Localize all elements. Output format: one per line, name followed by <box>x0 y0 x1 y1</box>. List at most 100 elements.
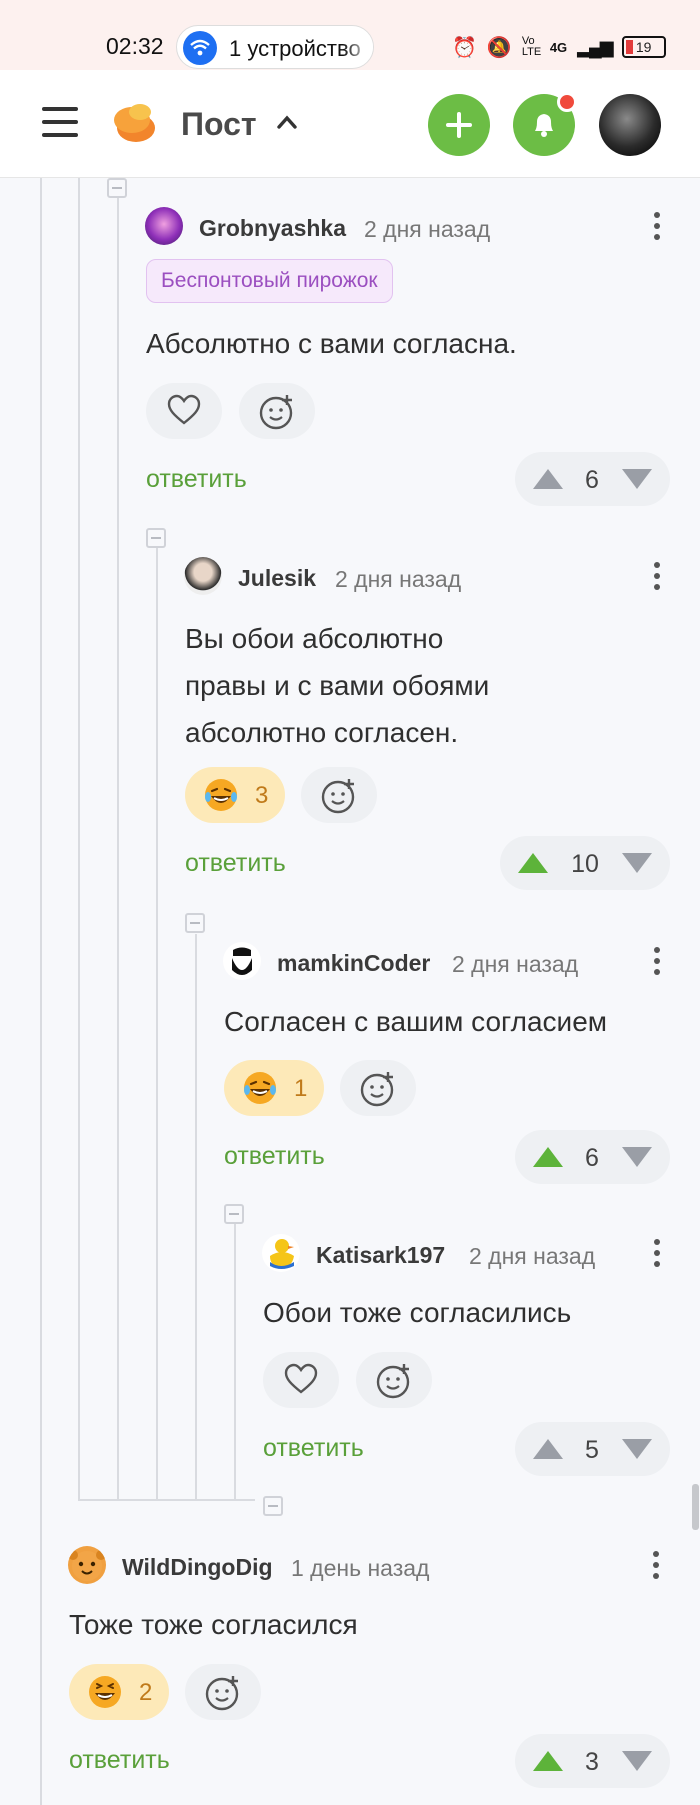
collapse-thread-button[interactable] <box>146 528 166 548</box>
comment-header: Grobnyashka 2 дня назад <box>145 207 675 247</box>
upvote-icon[interactable] <box>531 1144 565 1170</box>
add-emoji-icon <box>321 779 355 814</box>
collapse-thread-button[interactable] <box>107 178 127 198</box>
comment-author[interactable]: Grobnyashka <box>199 215 346 242</box>
comment-text: Согласен с вашим согласием <box>224 1006 608 1037</box>
menu-icon[interactable] <box>42 107 78 139</box>
comment-time: 2 дня назад <box>335 566 462 592</box>
add-post-button[interactable] <box>428 94 490 156</box>
comment-time: 2 дня назад <box>452 951 579 977</box>
reply-link[interactable]: ответить <box>224 1142 325 1171</box>
add-reaction-button[interactable] <box>340 1060 416 1116</box>
thread-line <box>156 548 158 1500</box>
vote-box: 6 <box>515 1130 670 1184</box>
thread-line <box>195 934 197 1500</box>
laughing-emoji-icon <box>244 1072 276 1104</box>
thread-line <box>78 178 80 1500</box>
vote-count: 3 <box>585 1748 599 1776</box>
comment: mamkinCoder 2 дня назад Согласен с вашим… <box>223 942 675 1190</box>
vote-box: 5 <box>515 1422 670 1476</box>
grinning-emoji-icon <box>89 1676 121 1708</box>
comment-author[interactable]: Katisark197 <box>316 1242 445 1269</box>
avatar[interactable] <box>262 1234 300 1272</box>
user-avatar[interactable] <box>599 94 661 156</box>
plus-icon <box>446 112 472 138</box>
avatar[interactable] <box>145 207 183 245</box>
connected-devices-pill[interactable]: 1 устройство <box>176 25 374 69</box>
comment-time: 1 день назад <box>291 1555 430 1581</box>
downvote-icon[interactable] <box>620 1436 654 1462</box>
bearded-avatar-icon <box>232 947 252 975</box>
vote-count: 5 <box>585 1436 599 1464</box>
upvote-icon[interactable] <box>531 466 565 492</box>
downvote-icon[interactable] <box>620 1144 654 1170</box>
reply-link[interactable]: ответить <box>146 465 247 494</box>
page-title[interactable]: Пост <box>181 106 257 143</box>
like-button[interactable] <box>263 1352 339 1408</box>
reaction-button[interactable]: 1 <box>224 1060 324 1116</box>
add-emoji-icon <box>376 1364 410 1399</box>
comment-text: Вы обои абсолютно правы и с вами обоями … <box>185 615 665 756</box>
thread-line <box>117 192 119 1500</box>
comment-text: Обои тоже согласились <box>263 1297 572 1328</box>
collapse-thread-button[interactable] <box>224 1204 244 1224</box>
wifi-icon <box>183 31 217 65</box>
upvote-icon[interactable] <box>531 1436 565 1462</box>
comment-author[interactable]: WildDingoDig <box>122 1554 273 1581</box>
reply-link[interactable]: ответить <box>185 849 286 878</box>
add-reaction-button[interactable] <box>301 767 377 823</box>
chevron-up-icon[interactable] <box>276 114 298 130</box>
heart-icon <box>284 1363 318 1394</box>
more-options-icon[interactable] <box>647 209 667 243</box>
comment-time: 2 дня назад <box>469 1243 596 1269</box>
reaction-button[interactable]: 2 <box>69 1664 169 1720</box>
mute-icon: 🔕 <box>486 36 512 59</box>
connected-devices-label: 1 устройство <box>229 36 361 61</box>
collapse-thread-button[interactable] <box>263 1496 283 1516</box>
comment-header: WildDingoDig 1 день назад <box>68 1546 675 1586</box>
avatar[interactable] <box>223 942 261 980</box>
add-emoji-icon <box>259 395 293 430</box>
avatar[interactable] <box>184 557 222 595</box>
upvote-icon[interactable] <box>516 850 550 876</box>
more-options-icon[interactable] <box>647 944 667 978</box>
comment: Grobnyashka 2 дня назад Беспонтовый пиро… <box>145 207 675 517</box>
reply-link[interactable]: ответить <box>263 1434 364 1463</box>
downvote-icon[interactable] <box>620 1748 654 1774</box>
reaction-count: 2 <box>139 1679 153 1706</box>
volte-icon: Vo LTE <box>521 35 542 58</box>
add-reaction-button[interactable] <box>185 1664 261 1720</box>
upvote-icon[interactable] <box>531 1748 565 1774</box>
signal-bars-icon: ▂▄▆ <box>577 36 613 57</box>
comment-header: Katisark197 2 дня назад <box>262 1234 675 1274</box>
downvote-icon[interactable] <box>620 466 654 492</box>
notifications-button[interactable] <box>513 92 577 156</box>
like-button[interactable] <box>146 383 222 439</box>
more-options-icon[interactable] <box>647 1236 667 1270</box>
comment-header: Julesik 2 дня назад <box>184 557 675 597</box>
comment-time: 2 дня назад <box>364 216 491 242</box>
avatar[interactable] <box>68 1546 106 1584</box>
comment-text-line: Вы обои абсолютно <box>185 623 444 654</box>
comment-text: Тоже тоже согласился <box>69 1609 358 1640</box>
more-options-icon[interactable] <box>646 1548 666 1582</box>
comment-author[interactable]: mamkinCoder <box>277 950 430 977</box>
comment: Katisark197 2 дня назад Обои тоже соглас… <box>262 1234 675 1486</box>
vote-count: 6 <box>585 466 599 494</box>
comment-author[interactable]: Julesik <box>238 565 316 592</box>
reply-link[interactable]: ответить <box>69 1746 170 1775</box>
user-badge: Беспонтовый пирожок <box>146 259 393 303</box>
scrollbar-thumb[interactable] <box>692 1484 699 1530</box>
thread-line <box>234 1222 236 1500</box>
signal-icon: 4G <box>549 39 568 55</box>
duck-avatar-icon <box>270 1239 294 1269</box>
add-emoji-icon <box>360 1072 394 1107</box>
add-reaction-button[interactable] <box>239 383 315 439</box>
downvote-icon[interactable] <box>620 850 654 876</box>
reaction-button[interactable]: 3 <box>185 767 285 823</box>
battery-level: 19 <box>635 39 652 55</box>
more-options-icon[interactable] <box>647 559 667 593</box>
add-reaction-button[interactable] <box>356 1352 432 1408</box>
collapse-thread-button[interactable] <box>185 913 205 933</box>
comment-header: mamkinCoder 2 дня назад <box>223 942 675 982</box>
